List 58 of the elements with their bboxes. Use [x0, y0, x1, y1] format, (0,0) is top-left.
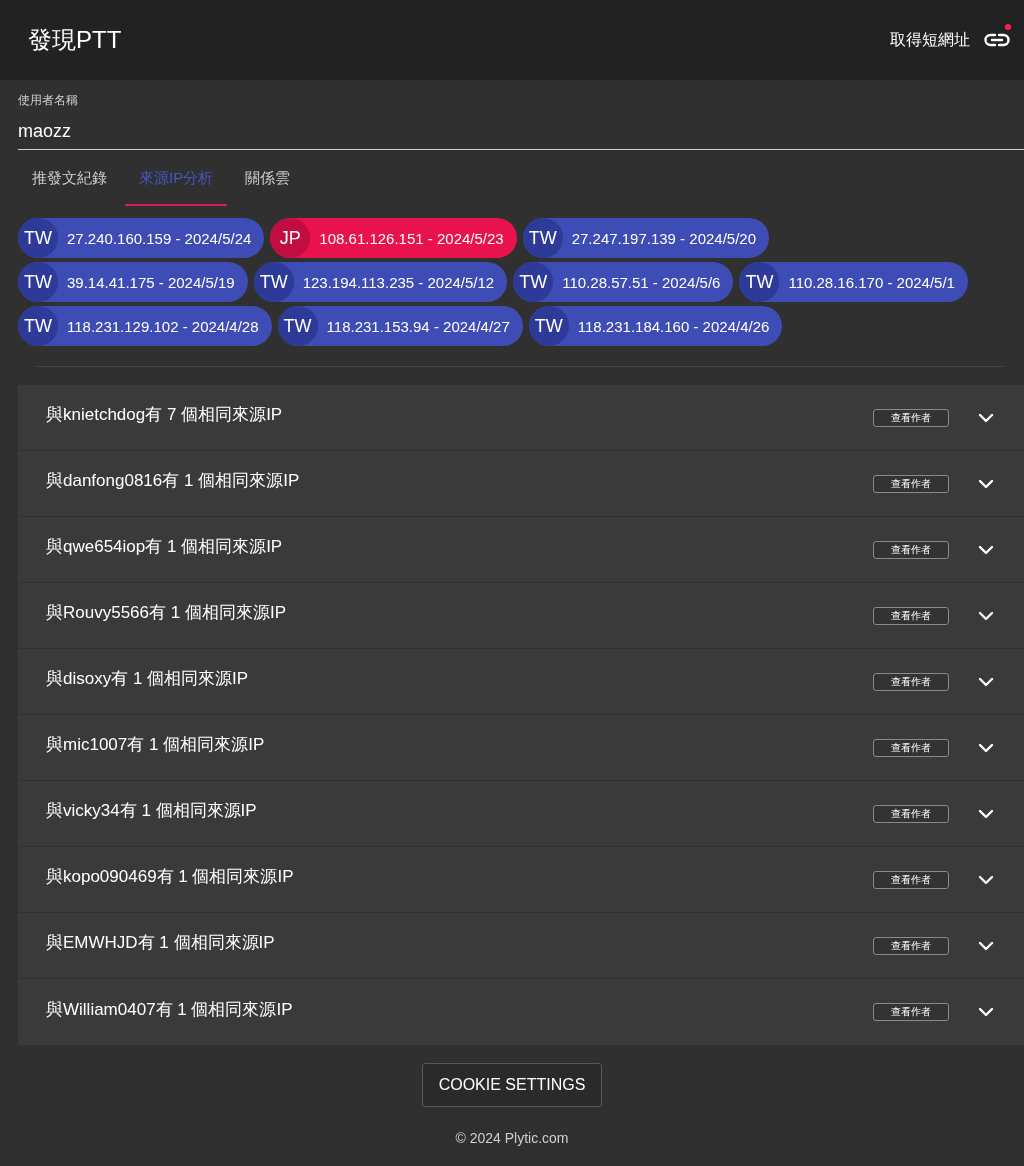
- match-text: 與William0407有 1 個相同來源IP: [46, 998, 293, 1021]
- app-title: 發現PTT: [28, 25, 122, 55]
- match-text: 與danfong0816有 1 個相同來源IP: [46, 470, 300, 492]
- accordion-row[interactable]: 與disoxy有 1 個相同來源IP 查看作者: [18, 649, 1024, 715]
- ip-chip[interactable]: TW 118.231.184.160 - 2024/4/26: [528, 306, 783, 346]
- accordion-row[interactable]: 與Rouvy5566有 1 個相同來源IP 查看作者: [18, 583, 1024, 649]
- view-author-button[interactable]: 查看作者: [873, 936, 949, 955]
- link-icon: [984, 33, 1010, 47]
- accordion-row[interactable]: 與William0407有 1 個相同來源IP 查看作者: [18, 979, 1024, 1045]
- match-text: 與disoxy有 1 個相同來源IP: [46, 668, 249, 690]
- match-text: 與kopo090469有 1 個相同來源IP: [46, 866, 294, 888]
- chevron-down-icon[interactable]: [978, 874, 994, 885]
- ip-chip[interactable]: TW 118.231.129.102 - 2024/4/28: [18, 306, 272, 346]
- match-text: 與vicky34有 1 個相同來源IP: [46, 800, 257, 822]
- view-author-button[interactable]: 查看作者: [873, 804, 949, 823]
- ip-chip[interactable]: JP 108.61.126.151 - 2024/5/23: [270, 218, 517, 258]
- chevron-down-icon[interactable]: [978, 610, 994, 621]
- chevron-down-icon[interactable]: [978, 742, 994, 753]
- ip-chip[interactable]: TW 27.247.197.139 - 2024/5/20: [522, 218, 770, 258]
- view-author-button[interactable]: 查看作者: [873, 1003, 949, 1021]
- chevron-down-icon[interactable]: [978, 676, 994, 687]
- view-author-button[interactable]: 查看作者: [873, 408, 949, 427]
- chevron-down-icon[interactable]: [978, 1007, 994, 1017]
- accordion-row[interactable]: 與vicky34有 1 個相同來源IP 查看作者: [18, 781, 1024, 847]
- ip-chip[interactable]: TW 39.14.41.175 - 2024/5/19: [18, 262, 248, 302]
- chevron-down-icon[interactable]: [978, 940, 994, 951]
- match-text: 與knietchdog有 7 個相同來源IP: [46, 404, 283, 426]
- chevron-down-icon[interactable]: [978, 478, 994, 489]
- ip-chip[interactable]: TW 123.194.113.235 - 2024/5/12: [253, 262, 508, 302]
- match-text: 與mic1007有 1 個相同來源IP: [46, 734, 265, 756]
- view-author-button[interactable]: 查看作者: [873, 738, 949, 757]
- ip-chip[interactable]: TW 110.28.16.170 - 2024/5/1: [739, 262, 968, 302]
- match-text: 與Rouvy5566有 1 個相同來源IP: [46, 602, 286, 624]
- view-author-button[interactable]: 查看作者: [873, 606, 949, 625]
- tab[interactable]: 推發文紀錄: [18, 150, 121, 206]
- copyright-text: © 2024 Plytic.com: [455, 1129, 569, 1147]
- username-field[interactable]: 使用者名稱 maozz: [18, 92, 1024, 150]
- view-author-button[interactable]: 查看作者: [873, 474, 949, 493]
- view-author-button[interactable]: 查看作者: [873, 540, 949, 559]
- chevron-down-icon[interactable]: [978, 412, 994, 423]
- ip-chip[interactable]: TW 118.231.153.94 - 2024/4/27: [277, 306, 523, 346]
- cookie-settings-button[interactable]: COOKIE SETTINGS: [422, 1063, 602, 1107]
- accordion-row[interactable]: 與danfong0816有 1 個相同來源IP 查看作者: [18, 451, 1024, 517]
- tab[interactable]: 關係雲: [231, 150, 305, 206]
- short-url-button[interactable]: 取得短網址: [886, 25, 1010, 55]
- view-author-button[interactable]: 查看作者: [873, 672, 949, 691]
- chevron-down-icon[interactable]: [978, 808, 994, 819]
- accordion-row[interactable]: 與EMWHJD有 1 個相同來源IP 查看作者: [18, 913, 1024, 979]
- accordion-row[interactable]: 與mic1007有 1 個相同來源IP 查看作者: [18, 715, 1024, 781]
- accordion-row[interactable]: 與knietchdog有 7 個相同來源IP 查看作者: [18, 385, 1024, 451]
- chevron-down-icon[interactable]: [978, 544, 994, 555]
- match-text: 與qwe654iop有 1 個相同來源IP: [46, 536, 283, 558]
- match-text: 與EMWHJD有 1 個相同來源IP: [46, 932, 275, 954]
- ip-chip[interactable]: TW 110.28.57.51 - 2024/5/6: [513, 262, 734, 302]
- accordion-row[interactable]: 與kopo090469有 1 個相同來源IP 查看作者: [18, 847, 1024, 913]
- view-author-button[interactable]: 查看作者: [873, 870, 949, 889]
- ip-chip[interactable]: TW 27.240.160.159 - 2024/5/24: [18, 218, 265, 258]
- accordion-row[interactable]: 與qwe654iop有 1 個相同來源IP 查看作者: [18, 517, 1024, 583]
